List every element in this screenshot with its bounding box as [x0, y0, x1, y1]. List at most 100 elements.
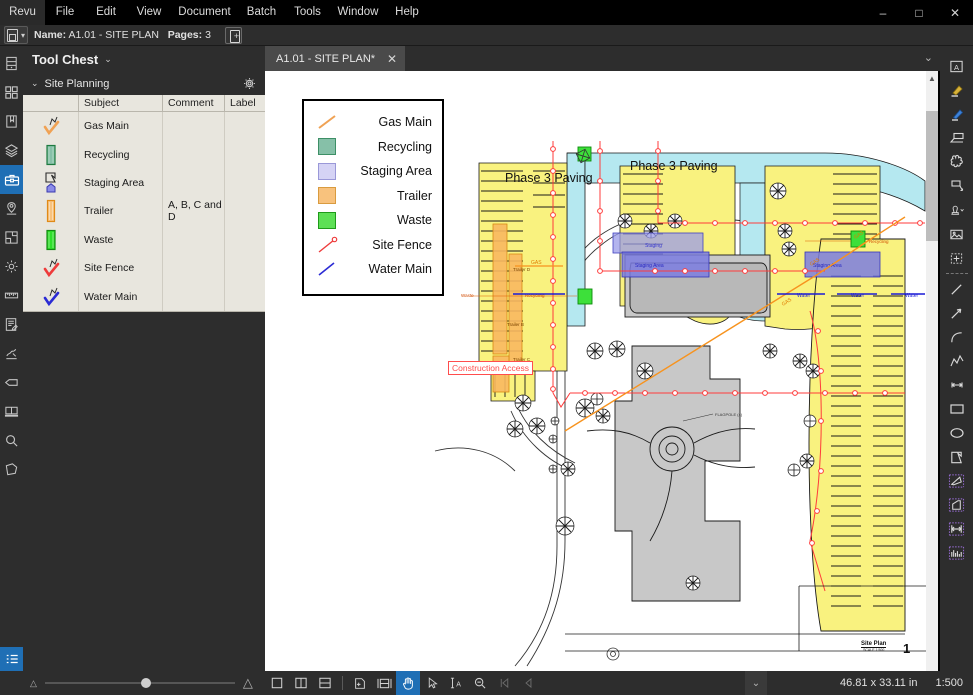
previous-page-icon[interactable] [516, 671, 540, 695]
add-page-button[interactable] [225, 27, 242, 44]
fit-page-icon[interactable] [348, 671, 372, 695]
tags-icon[interactable] [0, 368, 23, 397]
tab-site-plan[interactable]: A1.01 - SITE PLAN* ✕ [265, 46, 405, 71]
compare-icon[interactable] [0, 397, 23, 426]
gear-icon[interactable] [0, 252, 23, 281]
grid-icon[interactable] [0, 78, 23, 107]
table-row[interactable]: Waste [23, 226, 265, 254]
document-properties-button[interactable]: ▾ [4, 26, 28, 44]
stamp-icon[interactable] [943, 198, 971, 222]
signature-icon[interactable] [0, 339, 23, 368]
measure-count-icon[interactable] [943, 541, 971, 565]
scroll-up-icon[interactable]: ▲ [928, 74, 936, 83]
column-header-comment[interactable]: Comment [163, 95, 225, 111]
arrow-icon[interactable] [943, 301, 971, 325]
tool-group-header-site-planning[interactable]: ⌄ Site Planning [23, 72, 265, 95]
menu-item-file[interactable]: File [45, 0, 85, 25]
construction-access-callout[interactable]: Construction Access [448, 361, 533, 375]
single-page-view-icon[interactable] [265, 671, 289, 695]
stamp-icon[interactable] [0, 455, 23, 484]
table-row[interactable]: Water Main [23, 282, 265, 310]
callout-icon[interactable] [943, 126, 971, 150]
select-tool-icon[interactable] [420, 671, 444, 695]
menu-item-document[interactable]: Document [171, 0, 238, 25]
table-row[interactable]: Trailer A, B, C and D [23, 197, 265, 225]
menu-item-view[interactable]: View [127, 0, 171, 25]
chevron-down-icon[interactable]: ⌄ [104, 54, 112, 65]
document-info-toolbar: ▾ Name: A1.01 - SITE PLAN Pages: 3 [0, 25, 973, 46]
image-icon[interactable] [943, 222, 971, 246]
table-row[interactable]: Recycling [23, 140, 265, 168]
snapshot-icon[interactable] [943, 246, 971, 270]
polygon-icon[interactable] [943, 445, 971, 469]
tool-subject: Staging Area [79, 169, 163, 197]
measure-perimeter-icon[interactable] [943, 493, 971, 517]
first-page-icon[interactable] [492, 671, 516, 695]
panel-collapse-chevron-icon[interactable]: ⌄ [745, 671, 767, 695]
column-header-icon[interactable] [23, 95, 79, 111]
legend-label: Staging Area [350, 164, 436, 178]
arc-icon[interactable] [943, 325, 971, 349]
table-row[interactable]: Staging Area [23, 169, 265, 197]
trailer-tool-icon [36, 198, 66, 224]
measure-area-icon[interactable] [943, 469, 971, 493]
dimension-icon[interactable] [943, 373, 971, 397]
menu-item-batch[interactable]: Batch [238, 0, 285, 25]
menu-item-revu[interactable]: Revu [0, 0, 45, 25]
zoom-slider-track[interactable] [45, 682, 235, 684]
zoom-out-icon[interactable]: △ [30, 678, 37, 689]
ellipse-icon[interactable] [943, 421, 971, 445]
menu-item-tools[interactable]: Tools [285, 0, 330, 25]
polygon-callout-icon[interactable] [943, 174, 971, 198]
document-canvas[interactable]: FLAGPOLE (4) [265, 71, 938, 671]
pan-tool-icon[interactable] [396, 671, 420, 695]
ruler-icon[interactable] [0, 281, 23, 310]
tool-chest-table: Subject Comment Label Gas Mai [23, 95, 265, 311]
spaces-icon[interactable] [0, 223, 23, 252]
measure-length-icon[interactable] [943, 517, 971, 541]
zoom-slider-handle[interactable] [141, 678, 151, 688]
highlighter-icon[interactable] [943, 78, 971, 102]
pen-icon[interactable] [943, 102, 971, 126]
tool-chest-icon[interactable] [0, 165, 23, 194]
text-box-icon[interactable]: A [943, 54, 971, 78]
legend-row-staging-area: Staging Area [304, 159, 436, 184]
line-icon[interactable] [943, 277, 971, 301]
layers-icon[interactable] [0, 136, 23, 165]
tool-subject: Water Main [79, 282, 163, 310]
gear-icon[interactable] [242, 76, 257, 96]
document-vertical-scrollbar[interactable]: ▲ [926, 71, 938, 671]
split-horizontal-view-icon[interactable] [313, 671, 337, 695]
maximize-button[interactable]: □ [901, 0, 937, 25]
chevron-down-icon[interactable]: ⌄ [924, 51, 933, 64]
fit-width-icon[interactable] [372, 671, 396, 695]
rectangle-icon[interactable] [943, 397, 971, 421]
markups-list-toggle-icon[interactable] [0, 647, 23, 671]
text-select-tool-icon[interactable]: A [444, 671, 468, 695]
menu-item-edit[interactable]: Edit [85, 0, 127, 25]
phase-3-paving-label-right: Phase 3 Paving [630, 159, 718, 173]
bookmarks-icon[interactable] [0, 107, 23, 136]
menu-item-help[interactable]: Help [386, 0, 428, 25]
two-page-view-icon[interactable] [289, 671, 313, 695]
legend-row-gas-main: Gas Main [304, 110, 436, 135]
loupe-tool-icon[interactable] [468, 671, 492, 695]
close-icon[interactable]: ✕ [387, 52, 397, 66]
table-row[interactable]: Site Fence [23, 254, 265, 282]
zoom-slider[interactable]: △ △ [30, 671, 253, 695]
zoom-in-icon[interactable]: △ [243, 675, 253, 691]
scrollbar-thumb[interactable] [926, 111, 938, 241]
search-icon[interactable] [0, 426, 23, 455]
menu-item-window[interactable]: Window [330, 0, 386, 25]
chevron-down-icon[interactable]: ⌄ [31, 78, 39, 89]
column-header-label[interactable]: Label [225, 95, 265, 111]
minimize-button[interactable]: – [865, 0, 901, 25]
column-header-subject[interactable]: Subject [79, 95, 163, 111]
cloud-icon[interactable] [943, 150, 971, 174]
close-button[interactable]: ✕ [937, 0, 973, 25]
polyline-icon[interactable] [943, 349, 971, 373]
table-row[interactable]: Gas Main [23, 112, 265, 140]
thumbnails-icon[interactable] [0, 49, 23, 78]
markups-list-icon[interactable] [0, 310, 23, 339]
measurements-icon[interactable] [0, 194, 23, 223]
